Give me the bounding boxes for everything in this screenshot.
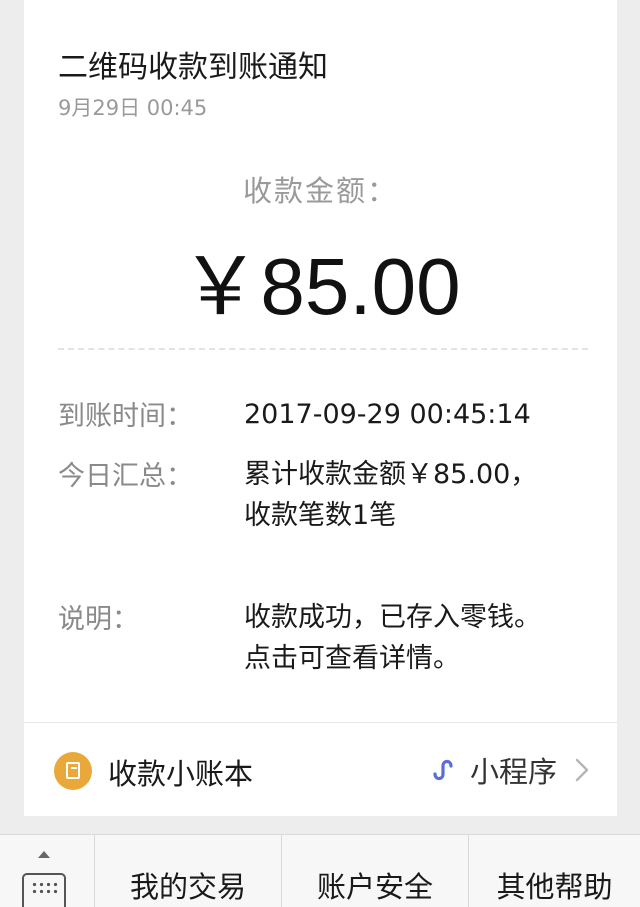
amount-value: ￥85.00 [180, 242, 461, 331]
arrival-time-label: 到账时间： [58, 401, 193, 432]
remark-label: 说明： [58, 604, 139, 635]
chevron-right-icon [575, 758, 589, 782]
tab-account-security[interactable]: 账户安全 [282, 835, 469, 907]
link-icon [433, 759, 453, 781]
ledger-label: 收款小账本 [108, 757, 254, 791]
mini-program-label: 小程序 [469, 755, 557, 789]
bottom-menu-bar: 我的交易 账户安全 其他帮助 [0, 834, 640, 907]
amount-label: 收款金额： [242, 174, 398, 208]
notification-title: 二维码收款到账通知 [58, 50, 328, 85]
dashed-divider [58, 348, 588, 350]
mini-program-footer[interactable]: 收款小账本 小程序 [24, 723, 617, 816]
arrow-up-icon [38, 851, 50, 858]
daily-summary-value: 累计收款金额￥85.00，收款笔数1笔 [244, 459, 538, 531]
notification-date: 9月29日 00:45 [58, 96, 208, 120]
ledger-book-icon [54, 752, 92, 790]
remark-value: 收款成功，已存入零钱。点击可查看详情。 [244, 602, 541, 674]
keyboard-toggle-button[interactable] [0, 835, 95, 907]
tab-my-transactions[interactable]: 我的交易 [95, 835, 282, 907]
daily-summary-label: 今日汇总： [58, 461, 193, 492]
tab-other-help[interactable]: 其他帮助 [469, 835, 640, 907]
mini-program-link[interactable]: 小程序 [426, 747, 589, 793]
arrival-time-value: 2017-09-29 00:45:14 [244, 399, 531, 430]
keyboard-icon [22, 873, 66, 907]
payment-notification-card[interactable]: 二维码收款到账通知 9月29日 00:45 收款金额： ￥85.00 到账时间：… [24, 0, 617, 816]
